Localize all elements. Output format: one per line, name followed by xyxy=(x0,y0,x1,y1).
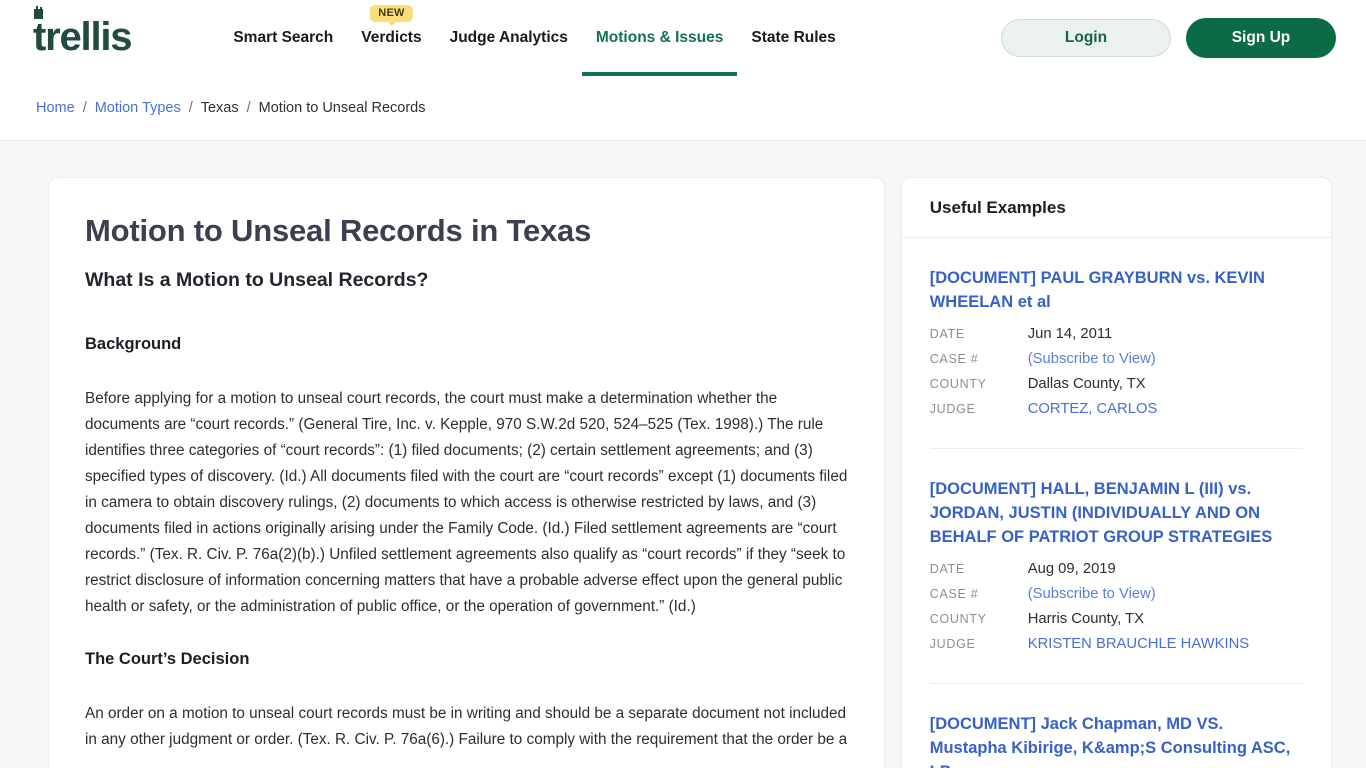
useful-examples-title: Useful Examples xyxy=(929,198,1066,217)
breadcrumb-item-current: Motion to Unseal Records xyxy=(258,100,426,116)
site-header: trellis Smart Search NEW Verdicts Judge … xyxy=(0,0,1366,76)
meta-value-case-subscribe-link[interactable]: (Subscribe to View) xyxy=(1028,351,1156,367)
page-title: Motion to Unseal Records in Texas xyxy=(85,213,592,248)
trellis-logo[interactable]: trellis xyxy=(33,6,133,59)
nav-item-motions-and-issues[interactable]: Motions & Issues xyxy=(581,0,738,76)
page-subtitle: What Is a Motion to Unseal Records? xyxy=(85,269,429,292)
meta-label-date: DATE xyxy=(929,327,965,341)
example-case-row: CASE # (Subscribe to View) xyxy=(930,586,1303,602)
nav-label: Judge Analytics xyxy=(449,29,568,46)
section-heading-court-decision: The Court’s Decision xyxy=(85,649,250,668)
example-date-row: DATE Jun 14, 2011 xyxy=(930,326,1303,342)
meta-value-county: Dallas County, TX xyxy=(1027,376,1146,392)
breadcrumb-item-motion-types[interactable]: Motion Types xyxy=(95,100,181,116)
breadcrumb-item-home[interactable]: Home xyxy=(36,100,75,116)
nav-item-smart-search[interactable]: Smart Search xyxy=(219,0,347,76)
example-date-row: DATE Aug 09, 2019 xyxy=(930,561,1303,577)
meta-value-judge-link[interactable]: CORTEZ, CARLOS xyxy=(1028,401,1158,417)
example-case-row: CASE # (Subscribe to View) xyxy=(930,351,1303,367)
useful-examples-header: Useful Examples xyxy=(901,178,1331,238)
meta-value-case-subscribe-link[interactable]: (Subscribe to View) xyxy=(1028,586,1156,602)
nav-item-verdicts[interactable]: NEW Verdicts xyxy=(347,0,435,76)
breadcrumb-bar: Home / Motion Types / Texas / Motion to … xyxy=(0,76,1366,141)
example-title-link[interactable]: [DOCUMENT] Jack Chapman, MD VS. Mustapha… xyxy=(930,712,1303,768)
example-county-row: COUNTY Dallas County, TX xyxy=(930,376,1303,392)
meta-label-case: CASE # xyxy=(929,587,979,601)
example-item: [DOCUMENT] HALL, BENJAMIN L (III) vs. JO… xyxy=(929,449,1303,684)
meta-label-judge: JUDGE xyxy=(929,637,976,651)
example-item: [DOCUMENT] Jack Chapman, MD VS. Mustapha… xyxy=(930,684,1303,768)
header-actions: Login Sign Up xyxy=(1001,18,1336,58)
nav-item-state-rules[interactable]: State Rules xyxy=(737,0,849,76)
meta-value-date: Jun 14, 2011 xyxy=(1027,326,1113,342)
section-paragraph-court-decision: An order on a motion to unseal court rec… xyxy=(85,704,848,748)
breadcrumb: Home / Motion Types / Texas / Motion to … xyxy=(36,100,425,116)
section-heading-background: Background xyxy=(85,334,182,353)
nav-label: State Rules xyxy=(751,29,836,46)
meta-value-date: Aug 09, 2019 xyxy=(1027,561,1116,577)
meta-label-case: CASE # xyxy=(929,352,979,366)
signup-button[interactable]: Sign Up xyxy=(1186,18,1336,58)
meta-label-judge: JUDGE xyxy=(929,402,976,416)
nav-label: Verdicts xyxy=(361,29,422,46)
page-body: Motion to Unseal Records in Texas What I… xyxy=(0,141,1366,768)
logo-text: trellis xyxy=(33,15,133,59)
examples-list: [DOCUMENT] PAUL GRAYBURN vs. KEVIN WHEEL… xyxy=(902,238,1331,768)
breadcrumb-separator: / xyxy=(246,100,251,116)
nav-label: Motions & Issues xyxy=(595,29,724,46)
logo-mark-icon xyxy=(34,6,43,19)
breadcrumb-separator: / xyxy=(82,100,87,116)
example-judge-row: JUDGE KRISTEN BRAUCHLE HAWKINS xyxy=(930,636,1303,652)
new-badge: NEW xyxy=(370,5,413,23)
meta-value-judge-link[interactable]: KRISTEN BRAUCHLE HAWKINS xyxy=(1028,636,1249,652)
breadcrumb-separator: / xyxy=(188,100,193,116)
example-judge-row: JUDGE CORTEZ, CARLOS xyxy=(930,401,1303,417)
article-card: Motion to Unseal Records in Texas What I… xyxy=(48,177,885,768)
main-nav: Smart Search NEW Verdicts Judge Analytic… xyxy=(219,0,849,76)
section-paragraph-background: Before applying for a motion to unseal c… xyxy=(85,389,848,615)
meta-label-county: COUNTY xyxy=(929,612,987,626)
login-button[interactable]: Login xyxy=(1001,19,1171,57)
useful-examples-card: Useful Examples [DOCUMENT] PAUL GRAYBURN… xyxy=(900,177,1332,768)
example-county-row: COUNTY Harris County, TX xyxy=(930,611,1303,627)
nav-label: Smart Search xyxy=(233,29,334,46)
example-title-link[interactable]: [DOCUMENT] HALL, BENJAMIN L (III) vs. JO… xyxy=(930,477,1303,549)
example-title-link[interactable]: [DOCUMENT] PAUL GRAYBURN vs. KEVIN WHEEL… xyxy=(930,266,1303,314)
breadcrumb-item-texas: Texas xyxy=(200,100,239,116)
meta-label-county: COUNTY xyxy=(929,377,987,391)
nav-item-judge-analytics[interactable]: Judge Analytics xyxy=(436,0,582,76)
example-item: [DOCUMENT] PAUL GRAYBURN vs. KEVIN WHEEL… xyxy=(929,238,1303,449)
meta-label-date: DATE xyxy=(929,562,965,576)
meta-value-county: Harris County, TX xyxy=(1027,611,1144,627)
